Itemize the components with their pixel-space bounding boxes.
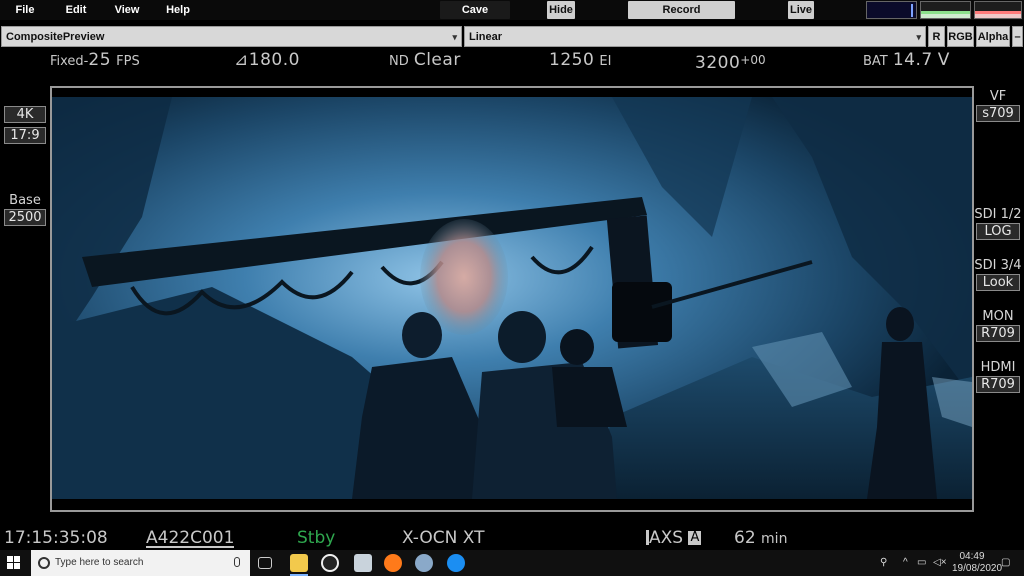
composite-select[interactable]: CompositePreview ▾ <box>1 26 462 47</box>
battery-unit: V <box>937 50 950 70</box>
remaining-time: 62 min <box>734 527 787 549</box>
shutter-angle-icon: ⊿ <box>234 50 249 70</box>
white-balance-status: 3200+00 <box>695 50 766 73</box>
shutter-status: ⊿180.0 <box>234 50 300 70</box>
fps-value: 25 <box>88 50 112 70</box>
ei-unit: EI <box>599 54 612 69</box>
menu-view[interactable]: View <box>108 0 146 20</box>
menu-file[interactable]: File <box>8 0 42 20</box>
hdmi-output-badge: R709 <box>976 376 1020 393</box>
tray-chevron-icon[interactable]: ^ <box>903 550 908 576</box>
codec-display: X-OCN XT <box>402 528 485 548</box>
remaining-unit: min <box>761 531 788 547</box>
record-state: Stby <box>297 528 336 548</box>
sdi12-label: SDI 1/2 <box>974 207 1022 222</box>
wb-tint: +00 <box>740 53 766 67</box>
file-explorer-icon[interactable] <box>290 554 308 572</box>
fps-prefix: Fixed- <box>50 54 89 69</box>
app-icon[interactable] <box>415 554 433 572</box>
composite-select-value: CompositePreview <box>6 31 105 43</box>
battery-status: BAT 14.7 V <box>863 50 950 70</box>
battery-value: 14.7 <box>892 50 933 70</box>
search-placeholder: Type here to search <box>55 557 144 568</box>
resolution-badge: 4K <box>4 106 46 123</box>
clock-date: 19/08/2020 <box>952 563 1003 574</box>
sdi12-output-badge: LOG <box>976 223 1020 240</box>
taskbar-search-input[interactable]: Type here to search <box>31 550 250 576</box>
base-iso-badge: 2500 <box>4 209 46 226</box>
hdmi-label: HDMI <box>980 360 1016 375</box>
volume-icon[interactable]: ◁× <box>933 550 947 576</box>
fps-unit: FPS <box>116 54 140 69</box>
wb-value: 3200 <box>695 53 741 73</box>
mon-label: MON <box>982 309 1014 324</box>
media-slot-badge: A <box>688 530 702 545</box>
microphone-icon <box>234 557 240 567</box>
windows-taskbar: Type here to search ⚲ ^ ▭ ◁× 04:49 19/08… <box>0 550 1024 576</box>
menu-help[interactable]: Help <box>158 0 198 20</box>
vf-label: VF <box>989 89 1007 104</box>
shutter-value: 180.0 <box>248 50 300 70</box>
nd-prefix: ND <box>389 54 409 69</box>
mon-output-badge: R709 <box>976 325 1020 342</box>
record-button[interactable]: Record <box>628 1 735 19</box>
ei-value: 1250 <box>549 50 595 70</box>
nd-value: Clear <box>413 50 461 70</box>
r-channel-button[interactable]: R <box>928 26 945 47</box>
aspect-ratio-badge: 17:9 <box>4 127 46 144</box>
notification-icon[interactable]: ▢ <box>1001 550 1010 576</box>
waveform-meter <box>866 1 917 19</box>
ei-status: 1250 EI <box>549 50 611 70</box>
media-type: AXS <box>649 528 684 548</box>
alpha-channel-button[interactable]: Alpha <box>976 26 1010 47</box>
remaining-value: 62 <box>734 528 756 548</box>
clock[interactable]: 04:49 19/08/2020 <box>952 550 1003 576</box>
camera-app-icon[interactable] <box>447 554 465 572</box>
menu-bar: File Edit View Help Cave Hide Record Liv… <box>0 0 1024 20</box>
media-status: AXS A <box>646 527 702 549</box>
network-icon[interactable]: ▭ <box>917 550 926 576</box>
app-window-icon[interactable] <box>354 554 372 572</box>
sdi34-output-badge: Look <box>976 274 1020 291</box>
red-level-meter <box>974 1 1022 19</box>
firefox-icon[interactable] <box>384 554 402 572</box>
timecode-display: 17:15:35:08 <box>4 528 108 548</box>
lut-select-value: Linear <box>469 31 503 43</box>
task-view-icon[interactable] <box>258 557 272 569</box>
lut-select[interactable]: Linear ▾ <box>464 26 926 47</box>
sdi34-label: SDI 3/4 <box>974 258 1022 273</box>
composite-preview-image[interactable] <box>52 97 972 499</box>
people-icon[interactable]: ⚲ <box>880 550 887 576</box>
cave-button[interactable]: Cave <box>440 1 510 19</box>
unreal-engine-icon[interactable] <box>321 554 339 572</box>
nd-status: ND Clear <box>389 50 461 70</box>
chevron-down-icon: ▾ <box>916 32 921 42</box>
clock-time: 04:49 <box>959 551 985 562</box>
view-controls-bar: CompositePreview ▾ Linear ▾ R RGB Alpha … <box>0 26 1024 48</box>
search-icon <box>38 557 50 569</box>
windows-start-icon[interactable] <box>7 556 21 570</box>
battery-label: BAT <box>863 54 888 69</box>
frame-rate-status: Fixed-25 FPS <box>50 50 140 70</box>
menu-edit[interactable]: Edit <box>58 0 94 20</box>
hide-button[interactable]: Hide <box>547 1 575 19</box>
chevron-down-icon: ▾ <box>452 32 457 42</box>
vf-output-badge: s709 <box>976 105 1020 122</box>
base-label: Base <box>9 193 41 208</box>
collapse-button[interactable]: – <box>1012 26 1023 47</box>
cave-scene-illustration <box>52 97 972 499</box>
green-level-meter <box>920 1 971 19</box>
rgb-channel-button[interactable]: RGB <box>947 26 974 47</box>
live-button[interactable]: Live <box>788 1 814 19</box>
clip-name: A422C001 <box>146 528 235 548</box>
